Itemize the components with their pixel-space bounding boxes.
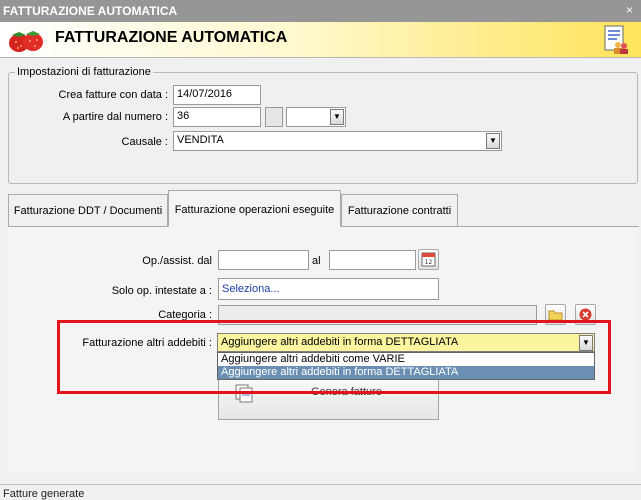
op-to-field[interactable] xyxy=(329,250,416,270)
altri-addebiti-label: Fatturazione altri addebiti : xyxy=(82,337,212,349)
causale-select[interactable]: VENDITA ▼ xyxy=(173,131,502,151)
strawberries-icon xyxy=(9,31,43,52)
window-titlebar: FATTURAZIONE AUTOMATICA × xyxy=(0,0,641,22)
documents-icon xyxy=(235,384,253,403)
billing-settings-legend: Impostazioni di fatturazione xyxy=(17,66,151,78)
footer-label: Fatture generate xyxy=(3,488,85,500)
header-banner: FATTURAZIONE AUTOMATICA xyxy=(0,22,641,58)
tab-label: Fatturazione operazioni eseguite xyxy=(174,204,335,216)
start-number-label: A partire dal numero : xyxy=(62,111,168,123)
invoice-date-field[interactable]: 14/07/2016 xyxy=(173,85,261,105)
number-spacer-box xyxy=(265,107,283,127)
generate-invoices-button[interactable]: Genera fatture xyxy=(218,374,439,420)
intestate-selector[interactable]: Seleziona... xyxy=(218,278,439,300)
dropdown-option-dettagliata[interactable]: Aggiungere altri addebiti in forma DETTA… xyxy=(218,366,594,379)
window-title: FATTURAZIONE AUTOMATICA xyxy=(3,4,178,18)
tab-contracts[interactable]: Fatturazione contratti xyxy=(341,194,458,227)
dropdown-option-varie[interactable]: Aggiungere altri addebiti come VARIE xyxy=(218,353,594,366)
folder-icon xyxy=(548,310,563,321)
generate-invoices-label: Genera fatture xyxy=(311,386,382,398)
op-from-label: Op./assist. dal xyxy=(142,255,212,267)
chevron-down-icon[interactable]: ▼ xyxy=(579,335,593,351)
op-from-field[interactable] xyxy=(218,250,309,270)
chevron-down-icon[interactable]: ▼ xyxy=(486,133,500,149)
tab-executed-operations[interactable]: Fatturazione operazioni eseguite xyxy=(168,190,341,227)
users-report-icon xyxy=(604,25,628,54)
intestate-label: Solo op. intestate a : xyxy=(111,285,212,297)
calendar-icon: 12 xyxy=(421,252,436,267)
chevron-down-icon[interactable]: ▼ xyxy=(330,109,344,125)
causale-value: VENDITA xyxy=(177,134,224,146)
start-number-field[interactable]: 36 xyxy=(173,107,261,127)
number-suffix-combo[interactable]: ▼ xyxy=(286,107,346,127)
page-title: FATTURAZIONE AUTOMATICA xyxy=(55,29,288,46)
altri-addebiti-select[interactable]: Aggiungere altri addebiti in forma DETTA… xyxy=(217,333,595,352)
invoice-date-label: Crea fatture con data : xyxy=(58,89,168,101)
altri-addebiti-dropdown: Aggiungere altri addebiti come VARIE Agg… xyxy=(217,352,595,380)
svg-text:12: 12 xyxy=(425,259,433,266)
open-folder-button[interactable] xyxy=(545,304,566,325)
tab-label: Fatturazione DDT / Documenti xyxy=(13,205,163,217)
op-to-label: al xyxy=(312,255,321,267)
altri-addebiti-value: Aggiungere altri addebiti in forma DETTA… xyxy=(221,336,459,348)
delete-icon xyxy=(579,308,592,321)
close-icon[interactable]: × xyxy=(626,3,633,17)
categoria-label: Categoria : xyxy=(158,309,212,321)
footer-divider xyxy=(0,484,641,485)
tab-label: Fatturazione contratti xyxy=(347,205,452,217)
calendar-button[interactable]: 12 xyxy=(418,249,439,270)
causale-label: Causale : xyxy=(121,136,168,148)
categoria-field[interactable] xyxy=(218,305,537,325)
clear-button[interactable] xyxy=(575,304,596,325)
tab-ddt-documents[interactable]: Fatturazione DDT / Documenti xyxy=(8,194,168,227)
